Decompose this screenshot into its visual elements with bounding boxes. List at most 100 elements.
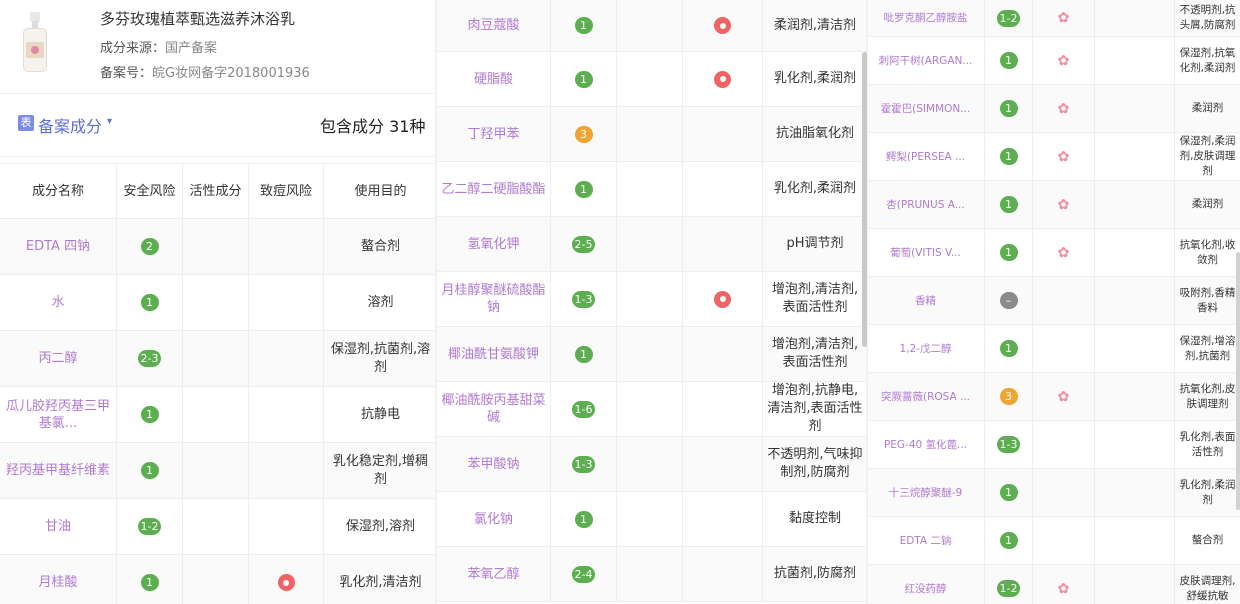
table-cell [617, 0, 683, 51]
ingredient-page: 多芬玫瑰植萃甄选滋养沐浴乳 成分来源：国产备案 备案号：皖G妆网备字201800… [0, 0, 1240, 604]
safety-risk-badge: 2-5 [571, 235, 596, 253]
table-cell [617, 437, 683, 491]
ingredient-name-link[interactable]: 苯甲酸钠 [467, 456, 519, 473]
ingredient-name-link[interactable]: 红没药醇 [905, 582, 947, 596]
ingredient-name-link[interactable]: 瓜儿胶羟丙基三甲基氯... [4, 398, 112, 432]
table-cell: 硬脂酸 [437, 52, 551, 106]
safety-risk-badge: 1 [999, 196, 1018, 213]
table-row[interactable]: 乙二醇二硬脂酸酯 1 乳化剂,柔润剂 [437, 162, 867, 217]
table-row[interactable]: 氢氧化钾 2-5 pH调节剂 [437, 217, 867, 272]
purpose-text: 皮肤调理剂,舒缓抗敏 [1179, 574, 1236, 602]
table-cell: 月桂酸 [0, 555, 117, 604]
ingredient-name-link[interactable]: EDTA 二钠 [900, 534, 952, 548]
table-cell [1095, 229, 1175, 276]
ingredient-name-link[interactable]: 月桂醇聚醚硫酸酯钠 [441, 282, 546, 316]
table-cell [249, 275, 324, 330]
scrollbar[interactable] [1236, 252, 1240, 510]
table-row[interactable]: 月桂酸 1 乳化剂,清洁剂 [0, 555, 437, 604]
ingredient-name-link[interactable]: 杏(PRUNUS A... [886, 198, 964, 212]
ingredient-name-link[interactable]: 苯氧乙醇 [467, 566, 519, 583]
scrollbar[interactable] [862, 52, 867, 347]
table-row[interactable]: 1,2-戊二醇 1 保湿剂,增溶剂,抗菌剂 [867, 325, 1240, 373]
table-cell: 1 [551, 52, 617, 106]
table-row[interactable]: 甘油 1-2 保湿剂,溶剂 [0, 499, 437, 555]
table-cell [249, 443, 324, 498]
ingredient-name-link[interactable]: 乙二醇二硬脂酸酯 [441, 181, 545, 198]
product-header: 多芬玫瑰植萃甄选滋养沐浴乳 成分来源：国产备案 备案号：皖G妆网备字201800… [0, 0, 437, 94]
ingredient-name-link[interactable]: 水 [51, 294, 64, 311]
table-cell [183, 387, 249, 442]
flower-icon: ✿ [1057, 196, 1070, 213]
ingredient-name-link[interactable]: 肉豆蔻酸 [467, 17, 519, 34]
purpose-text: 螯合剂 [1191, 534, 1224, 546]
table-cell: 乳化稳定剂,增稠剂 [324, 443, 437, 498]
table-cell: 抗静电 [324, 387, 437, 442]
ingredient-name-link[interactable]: 氯化钠 [474, 511, 513, 528]
ingredient-name-link[interactable]: 丁羟甲苯 [467, 126, 519, 143]
safety-risk-badge: 1-6 [571, 400, 596, 418]
table-row[interactable]: 苯氧乙醇 2-4 抗菌剂,防腐剂 [437, 547, 867, 602]
table-row[interactable]: 刺阿干树(ARGAN... 1 ✿ 保湿剂,抗氧化剂,柔润剂 [867, 37, 1240, 85]
chevron-down-icon[interactable]: ▾ [107, 116, 112, 127]
table-cell [249, 555, 324, 604]
table-cell: 苯甲酸钠 [437, 437, 551, 491]
ingredient-name-link[interactable]: 香精 [915, 294, 936, 308]
table-row[interactable]: 香精 – 吸附剂,香精香料 [867, 277, 1240, 325]
table-row[interactable]: 椰油酰胺丙基甜菜碱 1-6 增泡剂,抗静电,清洁剂,表面活性剂 [437, 382, 867, 437]
ingredient-name-link[interactable]: 硬脂酸 [474, 71, 513, 88]
table-row[interactable]: 十三烷醇聚醚-9 1 乳化剂,柔润剂 [867, 469, 1240, 517]
table-row[interactable]: 氯化钠 1 黏度控制 [437, 492, 867, 547]
ingredient-name-link[interactable]: 刺阿干树(ARGAN... [879, 54, 973, 68]
safety-risk-badge: 1 [574, 510, 593, 528]
table-row[interactable]: 吡罗克酮乙醇胺盐 1-2 ✿ 不透明剂,抗头屑,防腐剂 [867, 0, 1240, 37]
table-cell: 甘油 [0, 499, 117, 554]
ingredient-name-link[interactable]: PEG-40 氢化蓖... [884, 438, 967, 452]
ingredient-name-link[interactable]: EDTA 四钠 [26, 238, 90, 255]
table-row[interactable]: 突厥蔷薇(ROSA ... 3 ✿ 抗氧化剂,皮肤调理剂 [867, 373, 1240, 421]
table-row[interactable]: 葡萄(VITIS V... 1 ✿ 抗氧化剂,收敛剂 [867, 229, 1240, 277]
table-cell [1033, 469, 1095, 516]
ingredient-name-link[interactable]: 氢氧化钾 [467, 236, 519, 253]
ingredient-name-link[interactable]: 吡罗克酮乙醇胺盐 [884, 11, 968, 25]
table-row[interactable]: 椰油酰甘氨酸钾 1 增泡剂,清洁剂,表面活性剂 [437, 327, 867, 382]
ingredient-name-link[interactable]: 葡萄(VITIS V... [890, 246, 961, 260]
ingredient-name-link[interactable]: 羟丙基甲基纤维素 [6, 462, 110, 479]
section-title-dropdown[interactable]: 备案成分 [38, 113, 102, 137]
table-row[interactable]: 红没药醇 1-2 ✿ 皮肤调理剂,舒缓抗敏 [867, 565, 1240, 604]
table-row[interactable]: 鳄梨(PERSEA ... 1 ✿ 保湿剂,柔润剂,皮肤调理剂 [867, 133, 1240, 181]
table-row[interactable]: EDTA 二钠 1 螯合剂 [867, 517, 1240, 565]
ingredient-name-link[interactable]: 十三烷醇聚醚-9 [889, 486, 962, 500]
table-cell: 3 [551, 107, 617, 161]
table-cell: 1 [985, 181, 1033, 228]
table-row[interactable]: 硬脂酸 1 乳化剂,柔润剂 [437, 52, 867, 107]
table-cell: 螯合剂 [324, 219, 437, 274]
table-row[interactable]: 瓜儿胶羟丙基三甲基氯... 1 抗静电 [0, 387, 437, 443]
table-row[interactable]: PEG-40 氢化蓖... 1-3 乳化剂,表面活性剂 [867, 421, 1240, 469]
ingredient-name-link[interactable]: 丙二醇 [38, 350, 77, 367]
table-row[interactable]: 肉豆蔻酸 1 柔润剂,清洁剂 [437, 0, 867, 52]
product-registration: 备案号：皖G妆网备字2018001936 [100, 62, 310, 81]
table-cell: 抗氧化剂,皮肤调理剂 [1175, 373, 1240, 420]
ingredient-name-link[interactable]: 1,2-戊二醇 [900, 342, 952, 356]
table-row[interactable]: 丁羟甲苯 3 抗油脂氧化剂 [437, 107, 867, 162]
product-source: 成分来源：国产备案 [100, 37, 217, 56]
ingredient-name-link[interactable]: 月桂酸 [38, 574, 77, 591]
table-cell [1033, 325, 1095, 372]
table-cell: 丙二醇 [0, 331, 117, 386]
table-row[interactable]: EDTA 四钠 2 螯合剂 [0, 219, 437, 275]
table-row[interactable]: 羟丙基甲基纤维素 1 乳化稳定剂,增稠剂 [0, 443, 437, 499]
table-cell: 吡罗克酮乙醇胺盐 [867, 0, 985, 36]
table-cell: 1 [985, 517, 1033, 564]
ingredient-name-link[interactable]: 甘油 [45, 518, 71, 535]
ingredient-name-link[interactable]: 突厥蔷薇(ROSA ... [881, 390, 970, 404]
table-row[interactable]: 丙二醇 2-3 保湿剂,抗菌剂,溶剂 [0, 331, 437, 387]
table-row[interactable]: 月桂醇聚醚硫酸酯钠 1-3 增泡剂,清洁剂,表面活性剂 [437, 272, 867, 327]
ingredient-name-link[interactable]: 椰油酰胺丙基甜菜碱 [441, 392, 546, 426]
table-row[interactable]: 水 1 溶剂 [0, 275, 437, 331]
table-row[interactable]: 霍霍巴(SIMMON... 1 ✿ 柔润剂 [867, 85, 1240, 133]
table-row[interactable]: 杏(PRUNUS A... 1 ✿ 柔润剂 [867, 181, 1240, 229]
ingredient-name-link[interactable]: 霍霍巴(SIMMON... [881, 102, 971, 116]
ingredient-name-link[interactable]: 椰油酰甘氨酸钾 [448, 346, 539, 363]
table-row[interactable]: 苯甲酸钠 1-3 不透明剂,气味抑制剂,防腐剂 [437, 437, 867, 492]
ingredient-name-link[interactable]: 鳄梨(PERSEA ... [886, 150, 965, 164]
